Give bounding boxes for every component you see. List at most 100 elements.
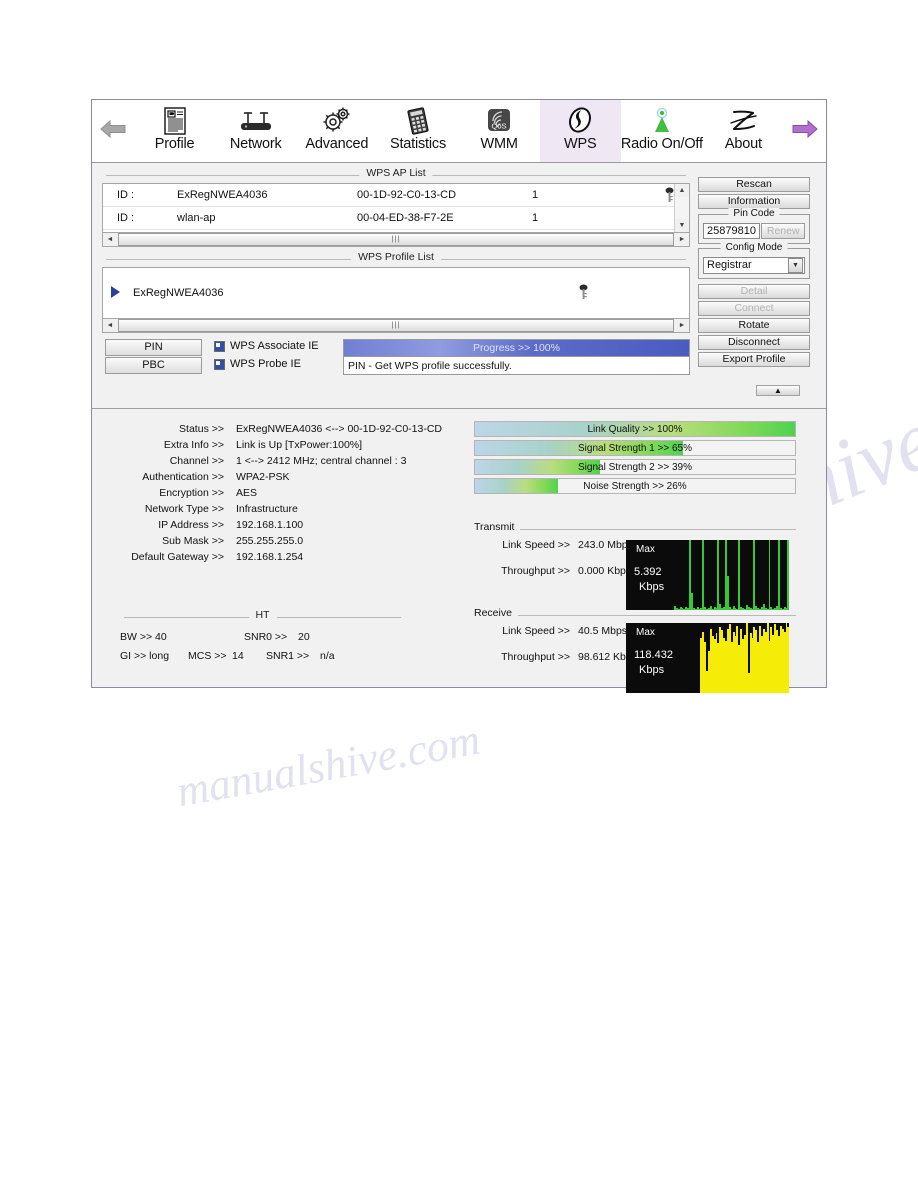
scroll-right-icon[interactable]: ► <box>675 233 689 246</box>
right-arrow-icon <box>791 118 819 145</box>
pbc-button[interactable]: PBC <box>105 357 202 374</box>
tab-advanced-label: Advanced <box>305 136 369 152</box>
scroll-left-icon[interactable]: ◄ <box>103 233 117 246</box>
info-label: Authentication >> <box>142 471 224 483</box>
wps-profile-list[interactable]: ExRegNWEA4036 <box>102 267 690 319</box>
info-value: 255.255.255.0 <box>236 535 304 547</box>
pin-code-caption: Pin Code <box>728 208 780 219</box>
export-profile-button[interactable]: Export Profile <box>698 352 810 367</box>
tab-network[interactable]: Network <box>215 100 296 162</box>
list-item[interactable]: ExRegNWEA4036 <box>103 268 689 318</box>
info-row: Sub Mask >> 255.255.255.0 <box>106 535 466 547</box>
pbc-button-label: PBC <box>142 359 165 371</box>
receive-graph-max-label: Max <box>636 627 655 638</box>
transmit-caption: Transmit <box>474 521 521 533</box>
status-region: Status >> ExRegNWEA4036 <--> 00-1D-92-C0… <box>92 409 826 693</box>
info-label: Sub Mask >> <box>162 535 224 547</box>
collapse-panel-button[interactable]: ▲ <box>756 385 800 396</box>
ht-snr0-label: SNR0 >> <box>244 631 288 643</box>
wps-profile-list-caption: WPS Profile List <box>351 251 441 263</box>
rotate-button[interactable]: Rotate <box>698 318 810 333</box>
disconnect-button[interactable]: Disconnect <box>698 335 810 350</box>
transmit-link-speed-value: 243.0 Mbps <box>578 539 633 551</box>
graph-bar <box>753 540 756 610</box>
tab-wps[interactable]: WPS <box>539 100 621 162</box>
info-label: Network Type >> <box>144 503 224 515</box>
wps-status-label: PIN - Get WPS profile successfully. <box>348 359 512 372</box>
rescan-label: Rescan <box>736 178 772 190</box>
scroll-thumb[interactable]: ||| <box>118 233 674 246</box>
config-mode-select[interactable]: Registrar ▼ <box>703 257 805 274</box>
scroll-thumb[interactable]: ||| <box>118 319 674 332</box>
graph-bar <box>702 540 705 610</box>
ht-values: BW >> 40 SNR0 >> 20 GI >> long MCS >> 14… <box>120 631 410 662</box>
graph-bar <box>768 540 771 610</box>
tab-profile[interactable]: Profile <box>134 100 215 162</box>
tab-radio-onoff[interactable]: Radio On/Off <box>621 100 703 162</box>
wps-ap-list[interactable]: ID : ExRegNWEA4036 00-1D-92-C0-13-CD 1 I… <box>102 183 690 233</box>
connect-button[interactable]: Connect <box>698 301 810 316</box>
detail-button[interactable]: Detail <box>698 284 810 299</box>
scroll-up-icon[interactable]: ▲ <box>675 184 689 197</box>
info-label: Extra Info >> <box>163 439 224 451</box>
wireless-utility-window: Profile Network Advanced Statistics QoS … <box>91 99 827 693</box>
tab-wmm[interactable]: QoS WMM <box>459 100 540 162</box>
scroll-down-icon[interactable]: ▼ <box>675 219 689 232</box>
toolbar-back-button[interactable] <box>92 100 134 162</box>
ht-group: HT <box>120 609 405 621</box>
left-arrow-icon <box>99 118 127 145</box>
tab-about[interactable]: About <box>703 100 784 162</box>
table-row[interactable]: ID : ExRegNWEA4036 00-1D-92-C0-13-CD 1 <box>103 184 689 207</box>
graph-bar <box>717 540 720 610</box>
qos-icon: QoS <box>485 105 513 135</box>
info-value: 192.168.1.254 <box>236 551 304 563</box>
information-button[interactable]: Information <box>698 194 810 209</box>
pin-button[interactable]: PIN <box>105 339 202 356</box>
info-row: Channel >> 1 <--> 2412 MHz; central chan… <box>106 455 466 467</box>
tab-profile-label: Profile <box>154 136 195 152</box>
tab-wmm-label: WMM <box>480 136 518 152</box>
signature-icon <box>728 105 758 135</box>
watermark-text-2: manualshive.com <box>173 714 484 817</box>
checkbox-icon[interactable] <box>214 340 225 352</box>
ap-row-id: ID : <box>117 189 135 201</box>
ap-list-vertical-scrollbar[interactable]: ▲ ▼ <box>674 184 689 232</box>
ap-row-channel: 1 <box>532 212 539 224</box>
graph-bar <box>738 540 741 610</box>
ap-list-horizontal-scrollbar[interactable]: ◄ ||| ► <box>102 233 690 247</box>
table-row[interactable]: ID : wlan-ap 00-04-ED-38-F7-2E 1 <box>103 207 689 230</box>
scroll-right-icon[interactable]: ► <box>675 319 689 332</box>
tab-advanced[interactable]: Advanced <box>296 100 377 162</box>
info-value: 1 <--> 2412 MHz; central channel : 3 <box>236 455 407 467</box>
svg-text:QoS: QoS <box>492 122 507 131</box>
rescan-button[interactable]: Rescan <box>698 177 810 192</box>
tab-statistics[interactable]: Statistics <box>377 100 458 162</box>
info-value: Infrastructure <box>236 503 298 515</box>
renew-button[interactable]: Renew <box>761 223 805 239</box>
ap-row-id: ID : <box>117 212 135 224</box>
transmit-throughput-label: Throughput >> <box>501 565 570 577</box>
wps-status-text: PIN - Get WPS profile successfully. <box>343 357 690 375</box>
tab-statistics-label: Statistics <box>389 136 446 152</box>
scroll-left-icon[interactable]: ◄ <box>103 319 117 332</box>
selected-arrow-icon <box>103 285 133 301</box>
toolbar-forward-button[interactable] <box>784 100 826 162</box>
profile-icon <box>162 105 188 135</box>
wps-probe-ie-checkbox[interactable]: WPS Probe IE <box>214 358 301 370</box>
pin-code-input[interactable]: 25879810 <box>703 223 761 239</box>
wps-associate-ie-checkbox[interactable]: WPS Associate IE <box>214 340 319 352</box>
info-label: Channel >> <box>169 455 224 467</box>
checkbox-icon[interactable] <box>214 358 225 370</box>
scroll-track[interactable] <box>675 197 689 219</box>
chevron-down-icon[interactable]: ▼ <box>788 258 803 273</box>
profile-list-horizontal-scrollbar[interactable]: ◄ ||| ► <box>102 319 690 333</box>
signal-strength-2-label: Signal Strength 2 >> 39% <box>578 461 692 473</box>
graph-bar <box>726 576 729 610</box>
wps-icon <box>565 105 595 135</box>
receive-link-speed-label: Link Speed >> <box>502 625 570 637</box>
info-row: Default Gateway >> 192.168.1.254 <box>106 551 466 563</box>
receive-graph-unit: Kbps <box>639 664 665 676</box>
info-row: Network Type >> Infrastructure <box>106 503 466 515</box>
key-icon <box>578 284 689 303</box>
connect-label: Connect <box>734 302 774 314</box>
